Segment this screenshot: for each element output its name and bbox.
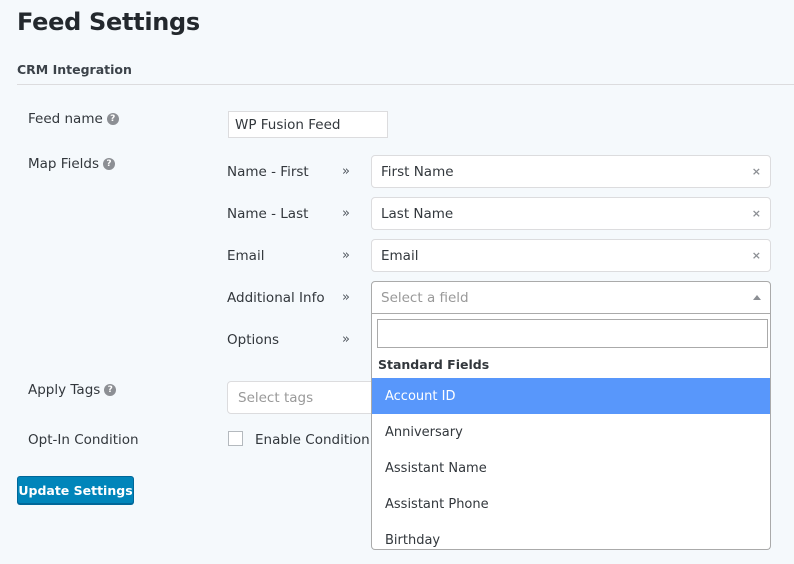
feed-name-input[interactable] <box>228 111 388 138</box>
question-circle-icon[interactable]: ? <box>102 158 115 170</box>
feed-name-label-text: Feed name <box>28 111 103 127</box>
enable-condition-checkbox[interactable] <box>228 431 243 446</box>
enable-condition-label[interactable]: Enable Condition <box>255 432 370 448</box>
field-dropdown: Standard Fields Account ID Anniversary A… <box>371 314 771 550</box>
select-additional-info[interactable]: Select a field <box>371 281 771 314</box>
select-first-name[interactable]: First Name × <box>371 155 771 188</box>
map-field-label-options: Options <box>227 332 280 348</box>
caret-up-icon[interactable] <box>753 295 761 300</box>
question-circle-icon[interactable]: ? <box>104 384 117 396</box>
section-divider <box>17 84 794 85</box>
apply-tags-label-text: Apply Tags <box>28 382 101 398</box>
double-chevron-right-icon: » <box>342 206 350 221</box>
update-settings-button[interactable]: Update Settings <box>17 476 134 504</box>
map-field-label-email: Email <box>227 248 265 264</box>
double-chevron-right-icon: » <box>342 164 350 179</box>
dropdown-option[interactable]: Anniversary <box>372 414 770 450</box>
dropdown-option[interactable]: Assistant Name <box>372 450 770 486</box>
double-chevron-right-icon: » <box>342 290 350 305</box>
dropdown-group-label: Standard Fields <box>378 357 490 372</box>
select-placeholder: Select a field <box>381 289 469 306</box>
dropdown-search-input[interactable] <box>377 319 768 348</box>
tags-select[interactable]: Select tags <box>227 381 387 414</box>
dropdown-option[interactable]: Account ID <box>372 378 770 414</box>
clear-icon[interactable]: × <box>752 249 761 262</box>
page-title: Feed Settings <box>17 8 200 36</box>
dropdown-option[interactable]: Assistant Phone <box>372 486 770 522</box>
select-email[interactable]: Email × <box>371 239 771 272</box>
clear-icon[interactable]: × <box>752 165 761 178</box>
dropdown-option[interactable]: Birthday <box>372 522 770 549</box>
map-fields-label-text: Map Fields <box>28 156 99 172</box>
double-chevron-right-icon: » <box>342 332 350 347</box>
select-value: First Name <box>381 163 454 180</box>
question-circle-icon[interactable]: ? <box>106 113 119 125</box>
opt-in-label: Opt-In Condition <box>28 432 139 448</box>
select-last-name[interactable]: Last Name × <box>371 197 771 230</box>
apply-tags-label: Apply Tags ? <box>28 382 117 398</box>
map-field-label-first-name: Name - First <box>227 164 309 180</box>
section-title: CRM Integration <box>17 62 132 77</box>
select-value: Last Name <box>381 205 454 222</box>
map-fields-label: Map Fields ? <box>28 156 115 172</box>
double-chevron-right-icon: » <box>342 248 350 263</box>
feed-name-label: Feed name ? <box>28 111 119 127</box>
map-field-label-last-name: Name - Last <box>227 206 309 222</box>
feed-settings-page: Feed Settings CRM Integration Feed name … <box>0 0 794 564</box>
clear-icon[interactable]: × <box>752 207 761 220</box>
map-field-label-additional-info: Additional Info <box>227 290 325 306</box>
select-value: Email <box>381 247 419 264</box>
